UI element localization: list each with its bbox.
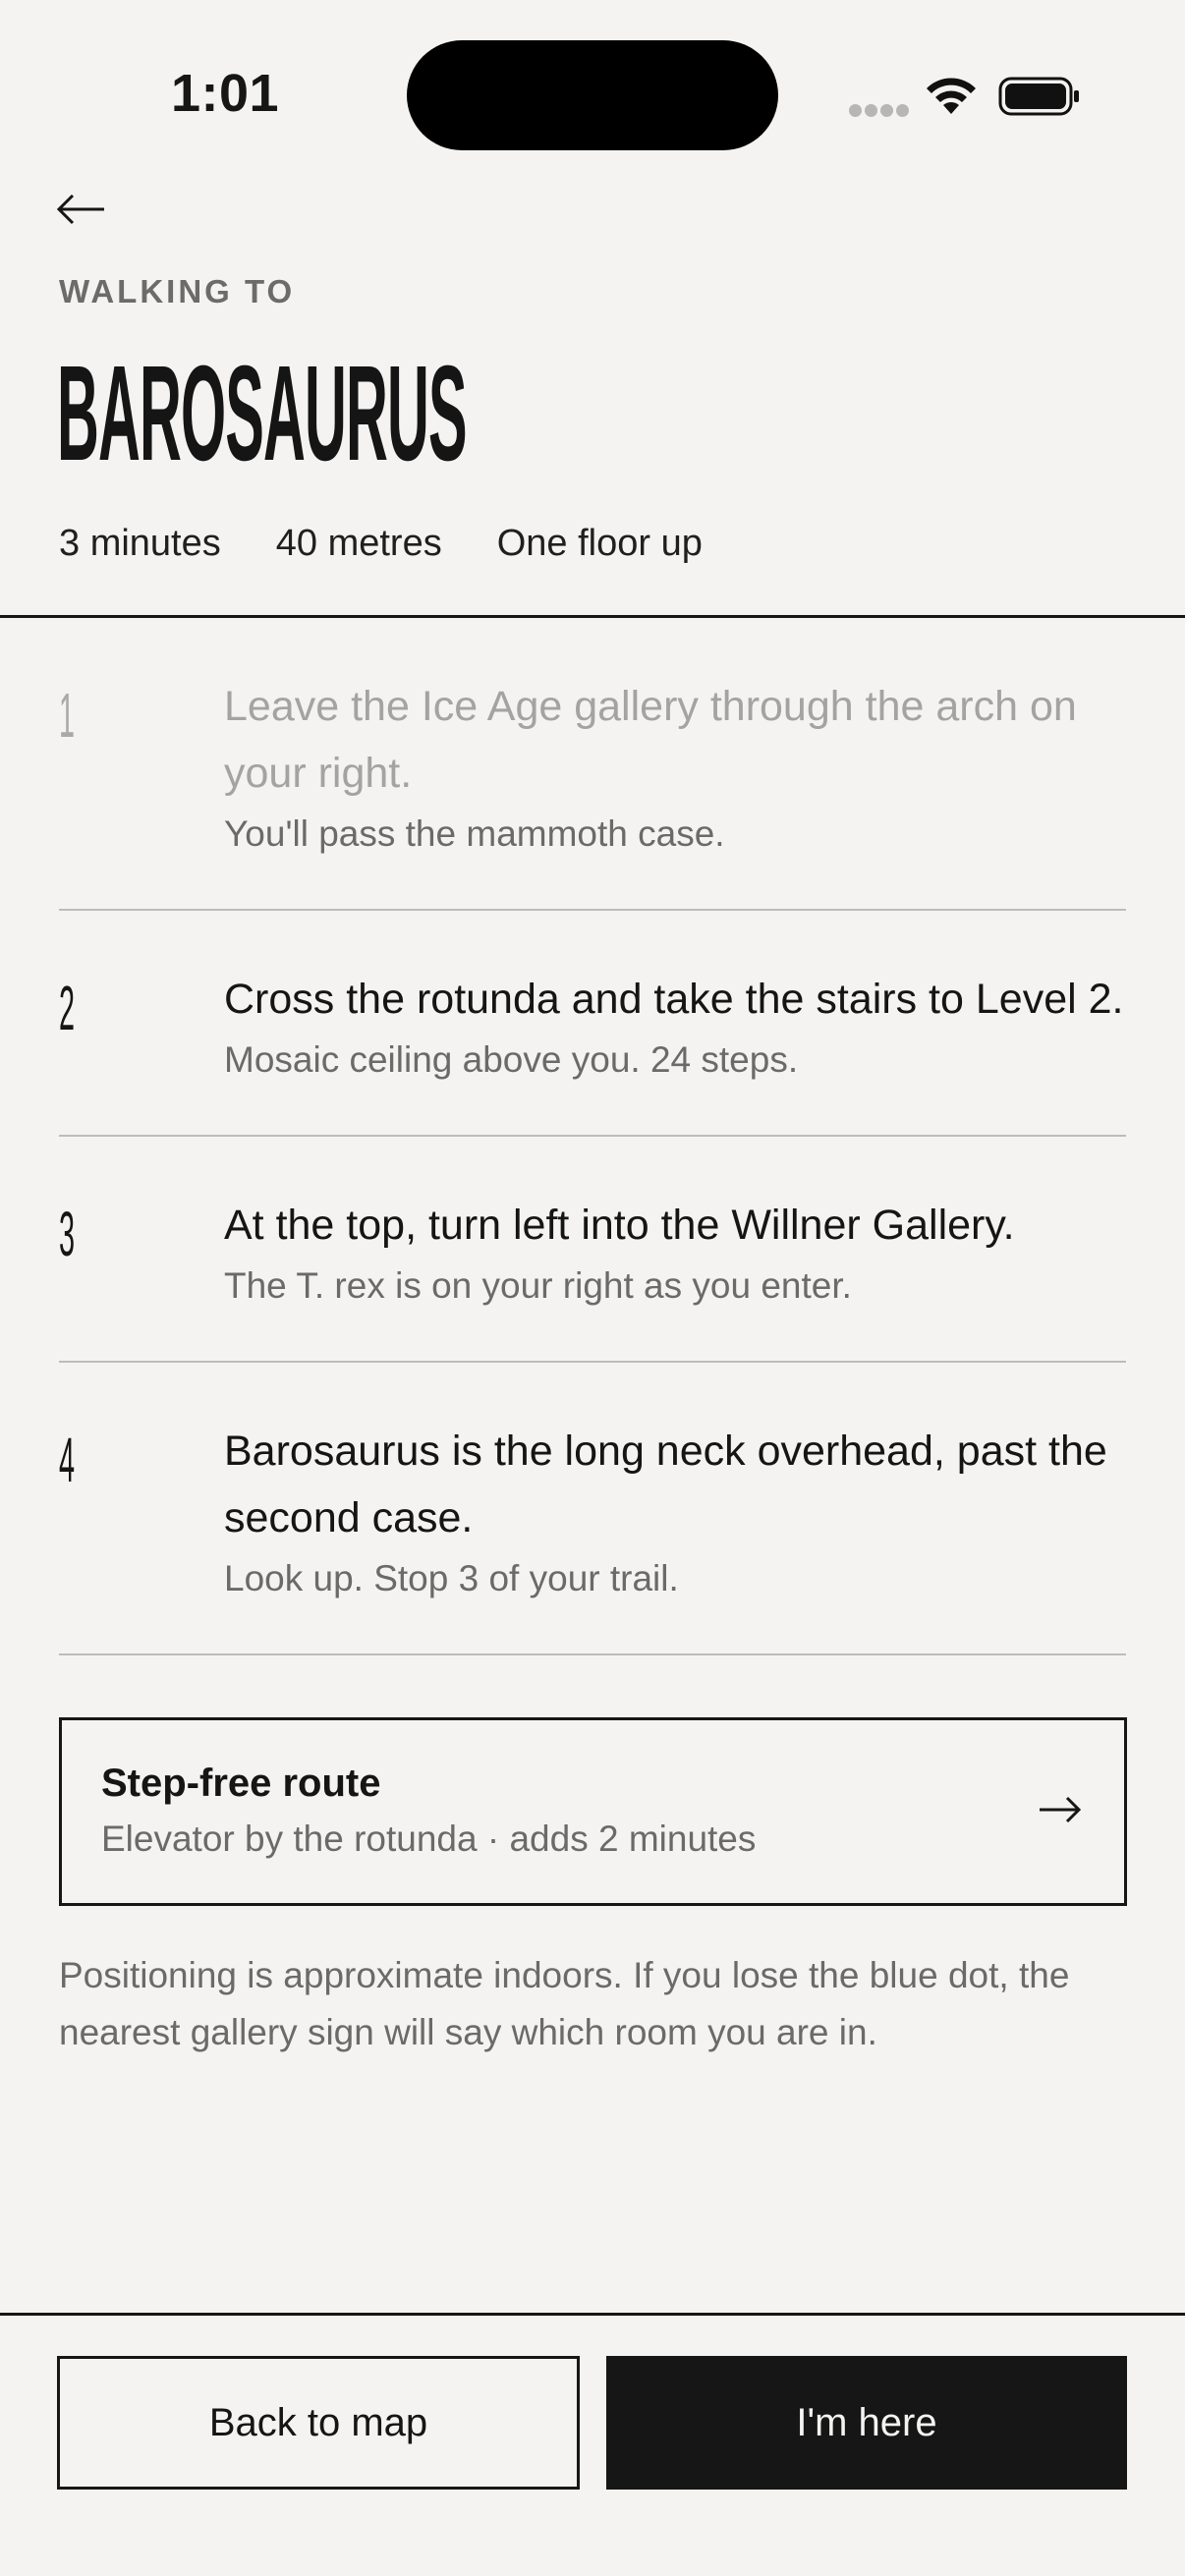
battery-icon	[998, 77, 1079, 116]
step-number: 3	[59, 1199, 76, 1269]
step-number: 4	[59, 1425, 76, 1495]
route-meta: 3 minutes 40 metres One floor up	[59, 523, 758, 565]
step-instruction: Cross the rotunda and take the stairs to…	[224, 976, 1124, 1023]
step-free-subtitle: Elevator by the rotunda · adds 2 minutes	[101, 1819, 757, 1859]
direction-step: 1 Leave the Ice Age gallery through the …	[59, 618, 1126, 911]
step-free-title: Step-free route	[101, 1762, 381, 1805]
status-time: 1:01	[171, 64, 280, 123]
step-hint: Look up. Stop 3 of your trail.	[224, 1558, 679, 1598]
back-arrow-icon[interactable]	[53, 177, 112, 226]
eyebrow-label: WALKING TO	[59, 273, 296, 309]
meta-duration: 3 minutes	[59, 523, 221, 564]
footer-divider	[0, 2313, 1185, 2316]
page-title: BAROSAURUS	[57, 346, 468, 481]
status-bar: 1:01	[0, 0, 1185, 187]
direction-step: 3 At the top, turn left into the Willner…	[59, 1137, 1126, 1363]
positioning-note: Positioning is approximate indoors. If y…	[59, 1955, 1070, 2052]
direction-step: 2 Cross the rotunda and take the stairs …	[59, 911, 1126, 1137]
step-free-route-button[interactable]: Step-free route Elevator by the rotunda …	[59, 1717, 1127, 1906]
meta-distance: 40 metres	[275, 523, 442, 564]
destination-title: BAROSAURUS	[57, 338, 468, 489]
step-instruction: Leave the Ice Age gallery through the ar…	[224, 683, 1077, 797]
step-instruction: At the top, turn left into the Willner G…	[224, 1202, 1015, 1249]
direction-step: 4 Barosaurus is the long neck overhead, …	[59, 1363, 1126, 1655]
step-instruction: Barosaurus is the long neck overhead, pa…	[224, 1428, 1107, 1541]
step-hint: You'll pass the mammoth case.	[224, 813, 725, 854]
step-number: 2	[59, 973, 76, 1043]
meta-floor: One floor up	[496, 523, 703, 564]
dynamic-island	[407, 40, 778, 150]
step-hint: The T. rex is on your right as you enter…	[224, 1265, 852, 1306]
cellular-signal-icon	[849, 104, 909, 118]
step-hint: Mosaic ceiling above you. 24 steps.	[224, 1039, 799, 1080]
step-number: 1	[59, 680, 76, 751]
arrow-right-icon	[1040, 1796, 1082, 1823]
im-here-button[interactable]: I'm here	[606, 2356, 1127, 2490]
wifi-icon	[927, 78, 976, 114]
directions-list: 1 Leave the Ice Age gallery through the …	[59, 618, 1126, 1655]
back-to-map-button[interactable]: Back to map	[57, 2356, 580, 2490]
